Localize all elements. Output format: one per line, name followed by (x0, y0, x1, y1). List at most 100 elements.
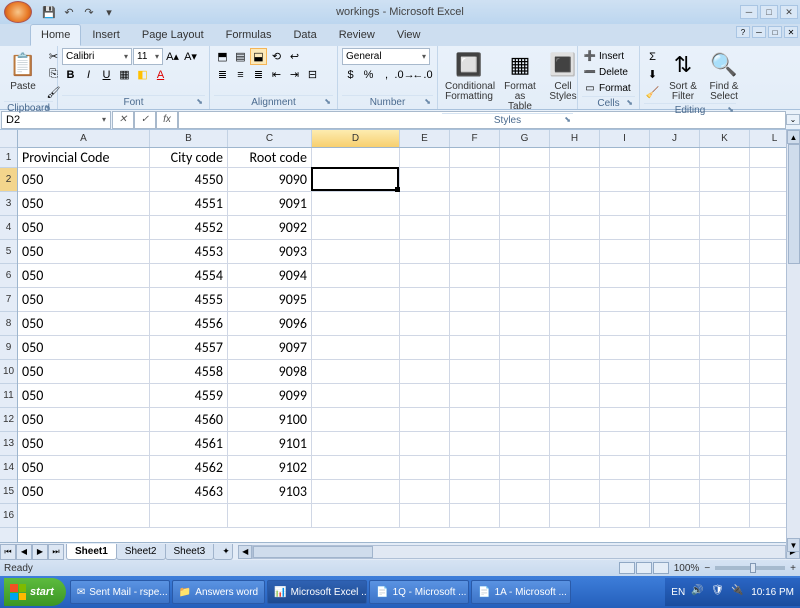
cell[interactable] (500, 264, 550, 288)
cell[interactable] (600, 456, 650, 480)
column-header-J[interactable]: J (650, 130, 700, 147)
cell[interactable] (312, 480, 400, 504)
column-header-I[interactable]: I (600, 130, 650, 147)
column-header-K[interactable]: K (700, 130, 750, 147)
cell[interactable] (450, 288, 500, 312)
cell[interactable] (700, 336, 750, 360)
cell[interactable]: 4562 (150, 456, 228, 480)
cell[interactable] (550, 192, 600, 216)
cell[interactable] (312, 312, 400, 336)
sheet-tab-sheet1[interactable]: Sheet1 (66, 544, 117, 560)
cell[interactable] (500, 240, 550, 264)
conditional-formatting-button[interactable]: 🔲Conditional Formatting (442, 48, 496, 103)
cell[interactable]: Provincial Code (18, 148, 150, 168)
office-button[interactable] (4, 1, 32, 23)
cell[interactable] (600, 360, 650, 384)
cell[interactable]: 4558 (150, 360, 228, 384)
cell[interactable] (312, 408, 400, 432)
border-icon[interactable]: ▦ (116, 66, 133, 83)
cell[interactable] (400, 192, 450, 216)
fill-icon[interactable]: ⬇ (644, 66, 661, 83)
cell[interactable] (312, 148, 400, 168)
cell[interactable] (400, 312, 450, 336)
taskbar-item[interactable]: 📁Answers word (172, 580, 265, 604)
increase-indent-icon[interactable]: ⇥ (286, 66, 303, 83)
cell[interactable] (550, 360, 600, 384)
cell[interactable] (700, 192, 750, 216)
cell[interactable] (650, 216, 700, 240)
cell[interactable] (228, 504, 312, 528)
taskbar-item[interactable]: 📄1Q - Microsoft ... (369, 580, 469, 604)
delete-cells-button[interactable]: ➖Delete (582, 64, 628, 80)
cell[interactable] (700, 360, 750, 384)
cell[interactable] (500, 192, 550, 216)
cell[interactable] (600, 504, 650, 528)
maximize-button[interactable]: □ (760, 5, 778, 19)
tab-formulas[interactable]: Formulas (215, 24, 283, 46)
find-select-button[interactable]: 🔍Find & Select (705, 48, 743, 103)
fill-color-icon[interactable]: ◧ (134, 66, 151, 83)
cell[interactable]: 9098 (228, 360, 312, 384)
row-header-12[interactable]: 12 (0, 408, 17, 432)
cell[interactable]: 4550 (150, 168, 228, 192)
cell[interactable]: 050 (18, 408, 150, 432)
row-header-16[interactable]: 16 (0, 504, 17, 528)
row-header-4[interactable]: 4 (0, 216, 17, 240)
cell[interactable] (400, 456, 450, 480)
tray-icon[interactable]: 🔊 (691, 585, 705, 599)
column-header-D[interactable]: D (312, 130, 400, 147)
cell[interactable] (312, 288, 400, 312)
row-header-14[interactable]: 14 (0, 456, 17, 480)
hscroll-left-icon[interactable]: ◀ (238, 545, 252, 559)
cell[interactable]: 4554 (150, 264, 228, 288)
cell[interactable]: 4553 (150, 240, 228, 264)
cell[interactable]: 050 (18, 480, 150, 504)
cell[interactable] (650, 192, 700, 216)
cell[interactable] (600, 288, 650, 312)
cell[interactable] (500, 360, 550, 384)
tray-icon[interactable]: 🔌 (731, 585, 745, 599)
row-header-2[interactable]: 2 (0, 168, 17, 192)
percent-icon[interactable]: % (360, 66, 377, 83)
tab-data[interactable]: Data (282, 24, 327, 46)
cell[interactable]: 9102 (228, 456, 312, 480)
cell[interactable]: 9092 (228, 216, 312, 240)
font-name-combo[interactable]: Calibri (62, 48, 132, 65)
cell[interactable] (400, 216, 450, 240)
shrink-font-icon[interactable]: A▾ (182, 48, 199, 65)
save-icon[interactable]: 💾 (40, 3, 58, 21)
normal-view-icon[interactable] (619, 562, 635, 574)
column-header-G[interactable]: G (500, 130, 550, 147)
cell[interactable] (400, 240, 450, 264)
tab-home[interactable]: Home (30, 24, 81, 46)
cell[interactable] (700, 456, 750, 480)
cell[interactable] (500, 336, 550, 360)
row-header-3[interactable]: 3 (0, 192, 17, 216)
cell[interactable] (450, 480, 500, 504)
cell[interactable] (700, 168, 750, 192)
column-header-A[interactable]: A (18, 130, 150, 147)
taskbar-item[interactable]: 📄1A - Microsoft ... (471, 580, 571, 604)
tab-page-layout[interactable]: Page Layout (131, 24, 215, 46)
italic-button[interactable]: I (80, 66, 97, 83)
cell[interactable] (650, 456, 700, 480)
cell[interactable]: 050 (18, 360, 150, 384)
column-header-C[interactable]: C (228, 130, 312, 147)
cell[interactable] (700, 148, 750, 168)
cell[interactable] (600, 408, 650, 432)
cell[interactable] (600, 480, 650, 504)
cell[interactable]: 050 (18, 192, 150, 216)
cell[interactable] (700, 504, 750, 528)
cell[interactable] (700, 216, 750, 240)
align-right-icon[interactable]: ≣ (250, 66, 267, 83)
wrap-text-icon[interactable]: ↩ (286, 48, 303, 65)
cells-area[interactable]: Provincial CodeCity codeRoot code0504550… (18, 148, 800, 528)
cell[interactable] (500, 168, 550, 192)
cell[interactable] (650, 148, 700, 168)
cell[interactable] (450, 312, 500, 336)
cell[interactable] (500, 216, 550, 240)
row-header-9[interactable]: 9 (0, 336, 17, 360)
taskbar-item[interactable]: ✉Sent Mail - rspe... (70, 580, 170, 604)
cell[interactable] (450, 384, 500, 408)
cell[interactable]: City code (150, 148, 228, 168)
